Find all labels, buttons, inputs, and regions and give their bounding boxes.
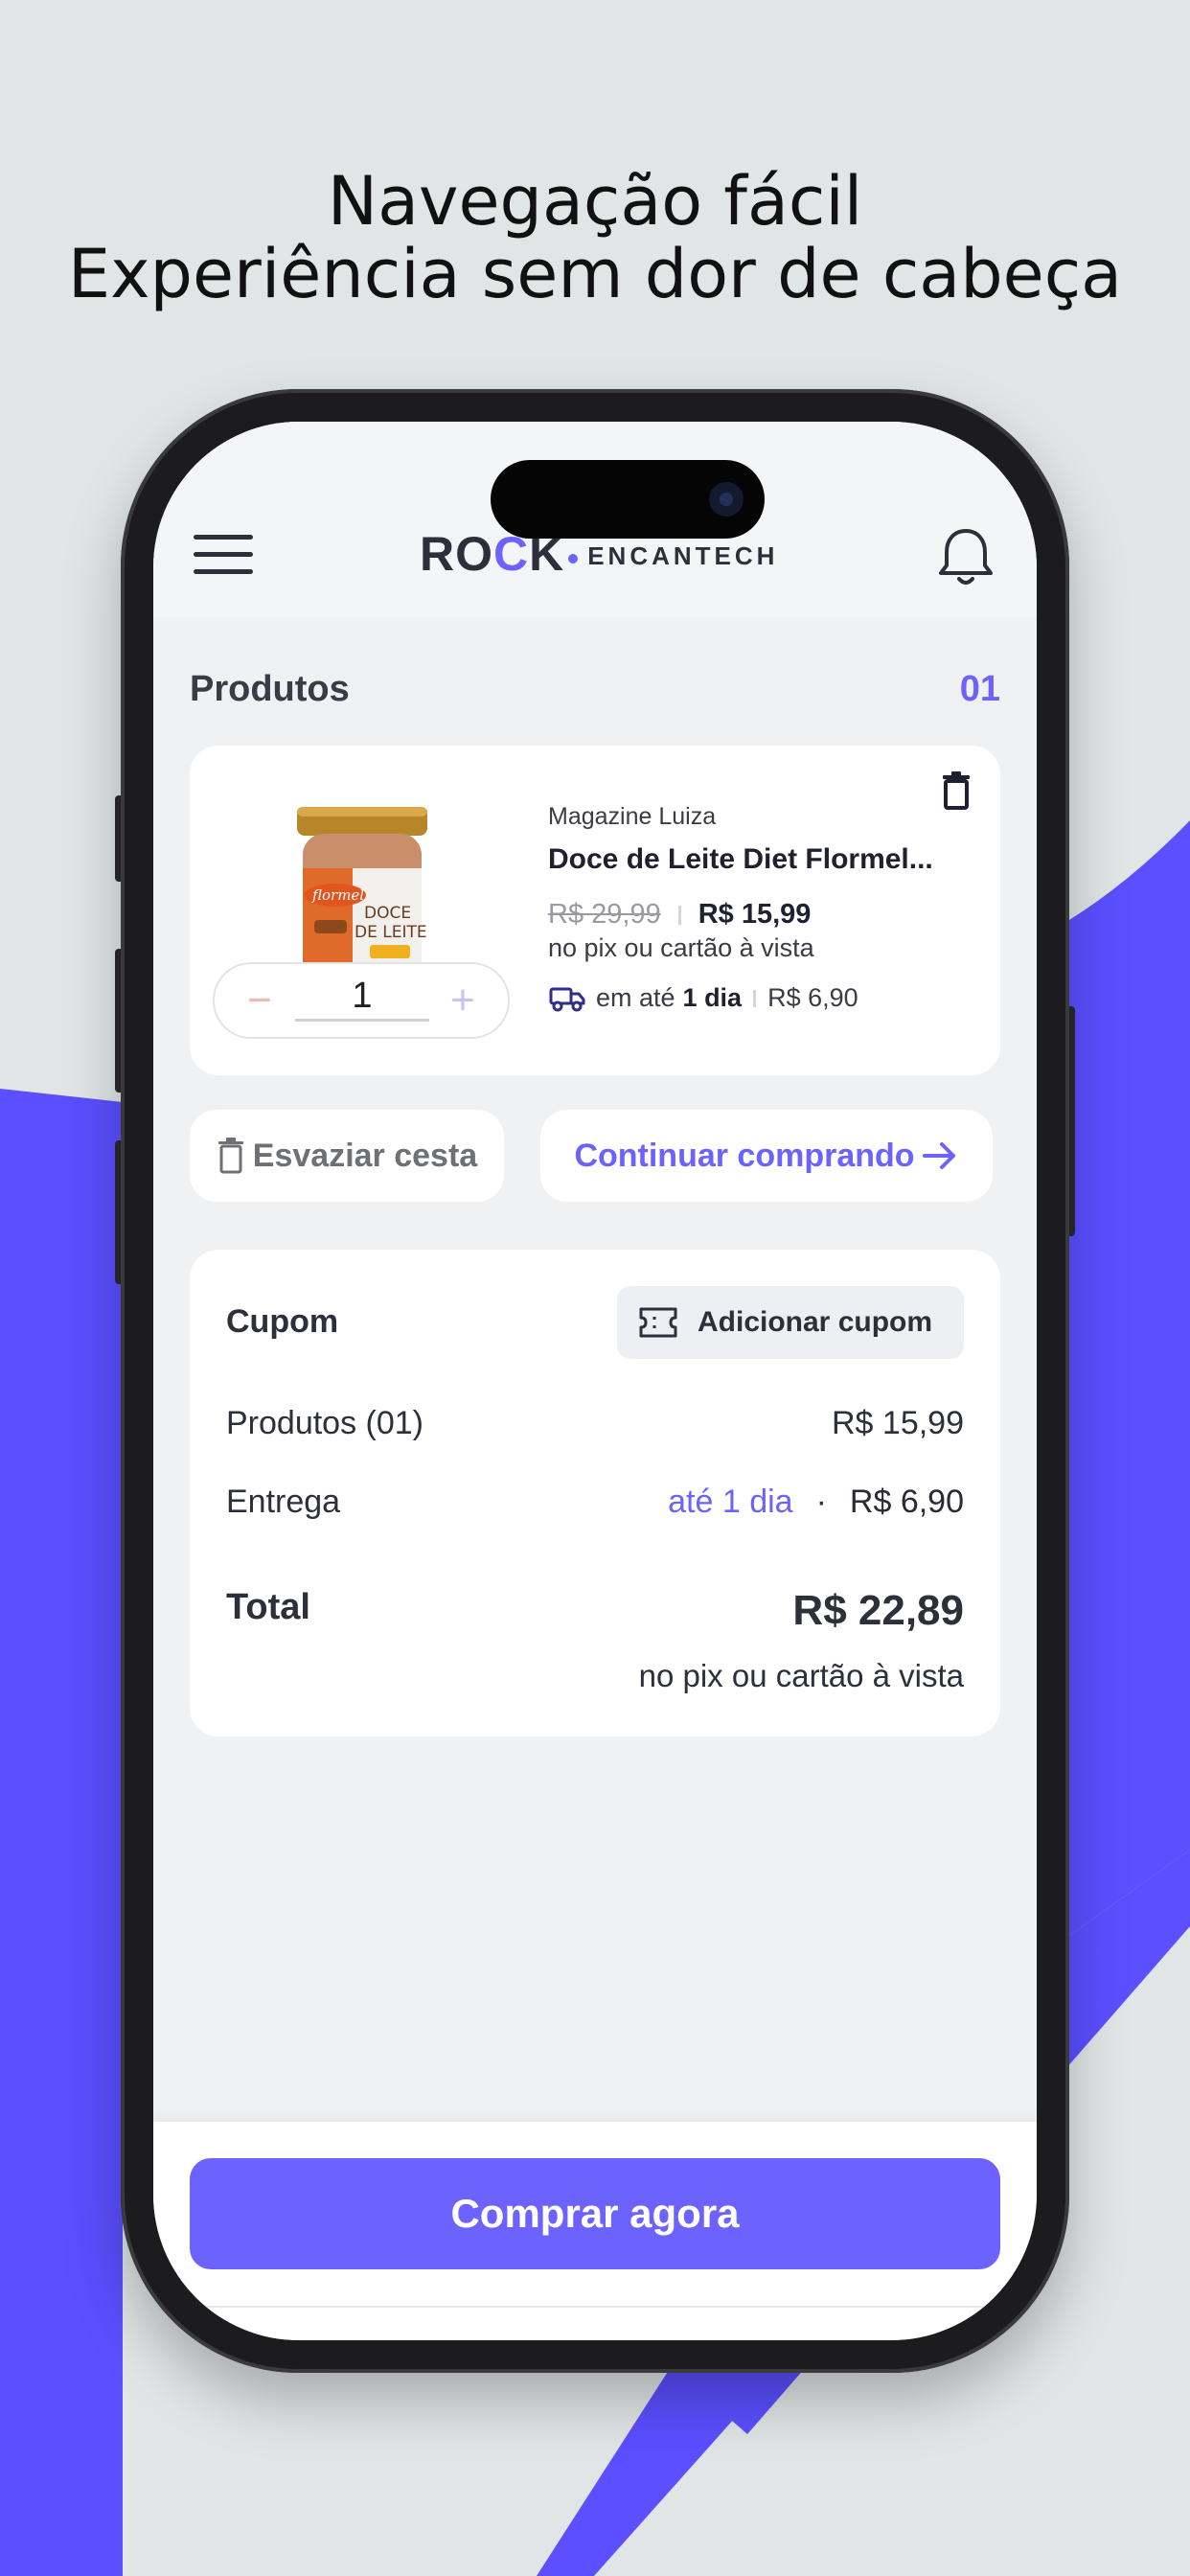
delivery-divider xyxy=(753,989,757,1007)
quantity-stepper[interactable]: − + xyxy=(213,962,510,1039)
phone-frame: ROCK ENCANTECH Produtos 01 flormel DOCE xyxy=(121,389,1069,2373)
product-seller: Magazine Luiza xyxy=(548,803,717,830)
total-payment-note: no pix ou cartão à vista xyxy=(638,1658,964,1693)
empty-cart-button[interactable]: Esvaziar cesta xyxy=(190,1110,504,1202)
delivery-info: em até 1 dia R$ 6,90 xyxy=(548,983,858,1013)
svg-text:DOCE: DOCE xyxy=(364,904,411,923)
delivery-time: 1 dia xyxy=(682,983,743,1012)
delivery-label: Entrega xyxy=(226,1484,341,1520)
marketing-headline: Navegação fácil Experiência sem dor de c… xyxy=(0,165,1190,310)
camera-icon xyxy=(709,482,744,517)
products-subtotal-label: Produtos (01) xyxy=(226,1405,423,1441)
payment-note: no pix ou cartão à vista xyxy=(548,933,814,962)
product-name[interactable]: Doce de Leite Diet Flormel... xyxy=(548,843,970,876)
delivery-summary-value: R$ 6,90 xyxy=(849,1484,964,1520)
hamburger-icon[interactable] xyxy=(194,533,253,577)
phone-screen: ROCK ENCANTECH Produtos 01 flormel DOCE xyxy=(153,422,1037,2340)
add-coupon-label: Adicionar cupom xyxy=(698,1306,933,1338)
dynamic-island xyxy=(491,460,765,539)
total-value: R$ 22,89 xyxy=(792,1587,964,1634)
product-jar-image[interactable]: flormel DOCE DE LEITE xyxy=(289,801,435,962)
continue-shopping-label: Continuar comprando xyxy=(574,1137,915,1174)
products-section-title: Produtos xyxy=(190,669,350,709)
product-prices: R$ 29,99 R$ 15,99 xyxy=(548,899,811,931)
home-indicator xyxy=(153,2306,1037,2308)
checkout-bar: Comprar agora xyxy=(153,2122,1037,2340)
products-count: 01 xyxy=(959,669,1000,709)
product-new-price: R$ 15,99 xyxy=(698,899,812,930)
quantity-input[interactable] xyxy=(295,974,429,1022)
order-summary-card: Cupom Adicionar cupom Produtos (01) R$ 1… xyxy=(190,1250,1000,1736)
add-coupon-button[interactable]: Adicionar cupom xyxy=(617,1286,964,1359)
product-card: flormel DOCE DE LEITE − + Magazine Luiza… xyxy=(190,746,1000,1075)
continue-shopping-button[interactable]: Continuar comprando xyxy=(540,1110,993,1202)
delivery-summary: até 1 dia · R$ 6,90 xyxy=(668,1484,964,1521)
delivery-summary-time: até 1 dia xyxy=(668,1484,793,1520)
svg-text:DE LEITE: DE LEITE xyxy=(355,923,427,942)
increase-quantity-button[interactable]: + xyxy=(439,978,487,1025)
bell-icon[interactable] xyxy=(935,525,996,590)
arrow-right-icon xyxy=(922,1142,955,1169)
headline-line-1: Navegação fácil xyxy=(327,162,863,241)
product-old-price: R$ 29,99 xyxy=(548,899,661,930)
empty-cart-label: Esvaziar cesta xyxy=(252,1137,478,1174)
price-divider xyxy=(677,905,681,925)
ticket-icon xyxy=(639,1307,677,1338)
buy-now-button[interactable]: Comprar agora xyxy=(190,2158,1000,2269)
delivery-summary-dot: · xyxy=(815,1484,827,1520)
trash-icon xyxy=(217,1138,243,1174)
delivery-prefix: em até xyxy=(596,983,675,1012)
total-label: Total xyxy=(226,1587,310,1627)
logo-subtitle: ENCANTECH xyxy=(587,540,779,570)
trash-icon[interactable] xyxy=(939,770,973,811)
truck-icon xyxy=(549,987,585,1011)
decrease-quantity-button[interactable]: − xyxy=(236,978,284,1025)
products-subtotal-value: R$ 15,99 xyxy=(832,1405,964,1441)
coupon-label: Cupom xyxy=(226,1303,339,1340)
headline-line-2: Experiência sem dor de cabeça xyxy=(67,235,1123,313)
logo-dot xyxy=(568,554,579,564)
svg-text:flormel: flormel xyxy=(311,886,364,904)
delivery-price: R$ 6,90 xyxy=(767,983,858,1012)
